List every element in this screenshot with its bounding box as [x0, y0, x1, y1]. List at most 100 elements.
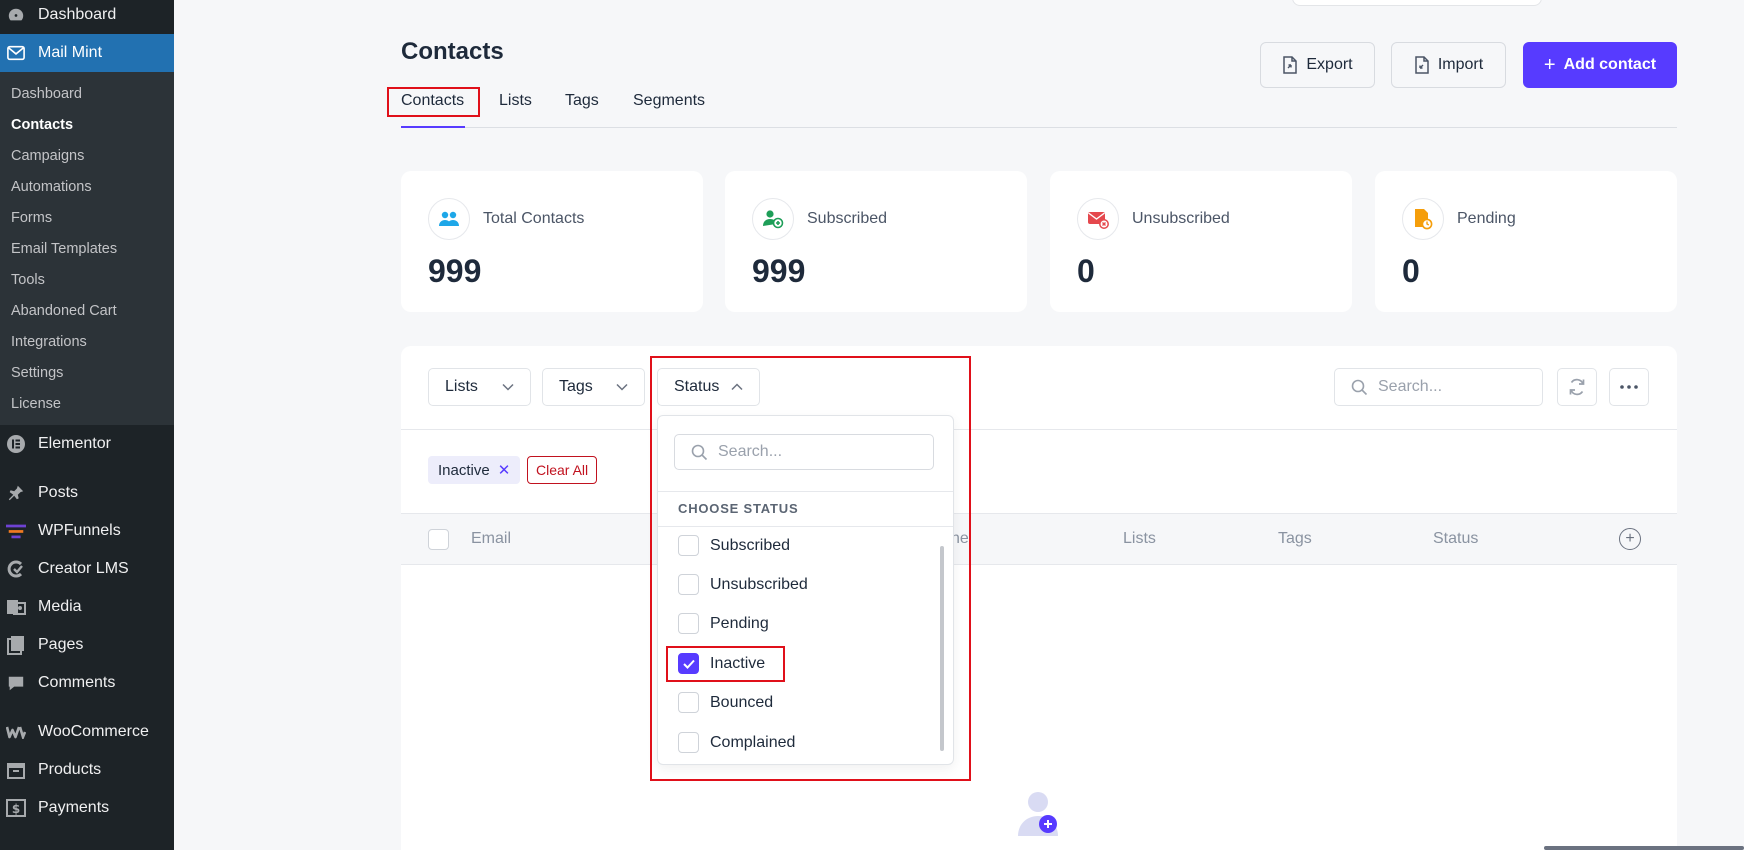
pin-icon — [6, 483, 26, 503]
select-all-checkbox[interactable] — [428, 529, 449, 550]
page-title: Contacts — [401, 38, 504, 65]
stat-card-total: Total Contacts 999 — [401, 171, 703, 312]
search-placeholder: Search... — [1378, 378, 1443, 395]
sidebar-item-wpfunnels[interactable]: WPFunnels — [0, 512, 174, 550]
sidebar-item-pages[interactable]: Pages — [0, 626, 174, 664]
woo-icon — [6, 722, 26, 742]
import-button[interactable]: Import — [1391, 42, 1506, 88]
elementor-icon — [6, 434, 26, 454]
stat-card-subscribed: Subscribed 999 — [725, 171, 1027, 312]
status-highlight-box — [650, 356, 971, 781]
submenu-email-templates[interactable]: Email Templates — [0, 233, 174, 264]
refresh-icon — [1569, 378, 1585, 396]
export-label: Export — [1306, 56, 1353, 73]
submenu-settings[interactable]: Settings — [0, 357, 174, 388]
submenu-tools[interactable]: Tools — [0, 264, 174, 295]
refresh-button[interactable] — [1557, 368, 1597, 406]
contacts-tabs: Contacts Lists Tags Segments — [401, 86, 1677, 128]
chip-label: Inactive — [438, 461, 490, 479]
submenu-dashboard[interactable]: Dashboard — [0, 78, 174, 109]
empty-contacts-icon — [1016, 790, 1060, 841]
active-tab-indicator — [401, 126, 465, 128]
bottom-scrollbar[interactable] — [1544, 846, 1744, 850]
submenu-license[interactable]: License — [0, 388, 174, 419]
sidebar-item-mail-mint[interactable]: Mail Mint — [0, 34, 174, 72]
export-button[interactable]: Export — [1260, 42, 1375, 88]
sidebar-item-label: Pages — [38, 636, 84, 653]
chevron-down-icon — [502, 383, 514, 391]
search-icon — [1351, 379, 1368, 395]
lists-filter-label: Lists — [445, 378, 478, 395]
add-contact-label: Add contact — [1563, 56, 1657, 73]
table-header: Email ne Lists Tags Status — [401, 513, 1677, 565]
tags-filter-label: Tags — [559, 378, 593, 395]
filter-divider — [401, 429, 1677, 430]
add-contact-button[interactable]: + Add contact — [1523, 42, 1677, 88]
funnel-icon — [6, 521, 26, 541]
stat-card-unsubscribed: Unsubscribed 0 — [1050, 171, 1352, 312]
tab-tags[interactable]: Tags — [565, 92, 599, 110]
submenu-campaigns[interactable]: Campaigns — [0, 140, 174, 171]
sidebar-item-label: Dashboard — [38, 6, 117, 23]
submenu-contacts[interactable]: Contacts — [0, 109, 174, 140]
active-filter-chip: Inactive ✕ — [428, 456, 521, 484]
mail-x-icon — [1077, 198, 1119, 240]
sidebar-item-label: WPFunnels — [38, 522, 121, 539]
admin-sidebar: Dashboard Mail Mint Dashboard Contacts C… — [0, 0, 174, 850]
sidebar-item-woocommerce[interactable]: WooCommerce — [0, 713, 174, 751]
sidebar-item-label: Mail Mint — [38, 44, 103, 61]
add-column-button[interactable]: + — [1619, 528, 1641, 550]
sidebar-item-elementor[interactable]: Elementor — [0, 425, 174, 463]
stat-value: 999 — [752, 253, 806, 289]
mail-mint-submenu: Dashboard Contacts Campaigns Automations… — [0, 72, 174, 425]
sidebar-item-label: Products — [38, 761, 102, 778]
contacts-panel — [401, 346, 1677, 850]
tab-segments[interactable]: Segments — [633, 92, 705, 110]
column-status[interactable]: Status — [1433, 530, 1478, 548]
media-icon — [6, 597, 26, 617]
column-tags[interactable]: Tags — [1278, 530, 1312, 548]
tab-highlight-box — [387, 87, 480, 117]
comment-icon — [6, 673, 26, 693]
clear-all-button[interactable]: Clear All — [527, 456, 598, 484]
sidebar-item-comments[interactable]: Comments — [0, 664, 174, 702]
sidebar-item-label: Payments — [38, 799, 110, 816]
sidebar-item-label: Posts — [38, 484, 79, 501]
more-horizontal-icon — [1620, 385, 1638, 389]
file-import-icon — [1415, 56, 1429, 74]
submenu-abandoned-cart[interactable]: Abandoned Cart — [0, 295, 174, 326]
sidebar-item-creator-lms[interactable]: Creator LMS — [0, 550, 174, 588]
lists-filter-button[interactable]: Lists — [428, 368, 531, 406]
stat-card-pending: Pending 0 — [1375, 171, 1677, 312]
submenu-automations[interactable]: Automations — [0, 171, 174, 202]
import-label: Import — [1437, 56, 1484, 73]
dollar-icon: $ — [6, 798, 26, 818]
column-email[interactable]: Email — [471, 530, 511, 548]
users-icon — [428, 198, 470, 240]
plus-icon: + — [1543, 54, 1556, 76]
sidebar-item-label: Creator LMS — [38, 560, 129, 577]
file-export-icon — [1283, 56, 1298, 74]
tags-filter-button[interactable]: Tags — [542, 368, 645, 406]
sidebar-item-media[interactable]: Media — [0, 588, 174, 626]
inactive-highlight-box — [666, 646, 785, 682]
stat-label: Pending — [1457, 210, 1516, 227]
lms-icon — [6, 559, 26, 579]
stat-label: Unsubscribed — [1132, 210, 1230, 227]
submenu-integrations[interactable]: Integrations — [0, 326, 174, 357]
close-icon[interactable]: ✕ — [498, 461, 511, 479]
column-lists[interactable]: Lists — [1123, 530, 1156, 548]
pages-icon — [6, 635, 26, 655]
submenu-forms[interactable]: Forms — [0, 202, 174, 233]
sidebar-item-products[interactable]: Products — [0, 751, 174, 789]
sidebar-item-dashboard[interactable]: Dashboard — [0, 0, 174, 30]
top-widget — [1292, 0, 1542, 6]
dashboard-icon — [6, 5, 26, 25]
chevron-down-icon — [616, 383, 628, 391]
sidebar-item-payments[interactable]: $ Payments — [0, 789, 174, 827]
sidebar-item-posts[interactable]: Posts — [0, 474, 174, 512]
stat-value: 999 — [428, 253, 482, 289]
contacts-search-input[interactable]: Search... — [1334, 368, 1543, 406]
more-options-button[interactable] — [1609, 368, 1649, 406]
tab-lists[interactable]: Lists — [499, 92, 532, 110]
